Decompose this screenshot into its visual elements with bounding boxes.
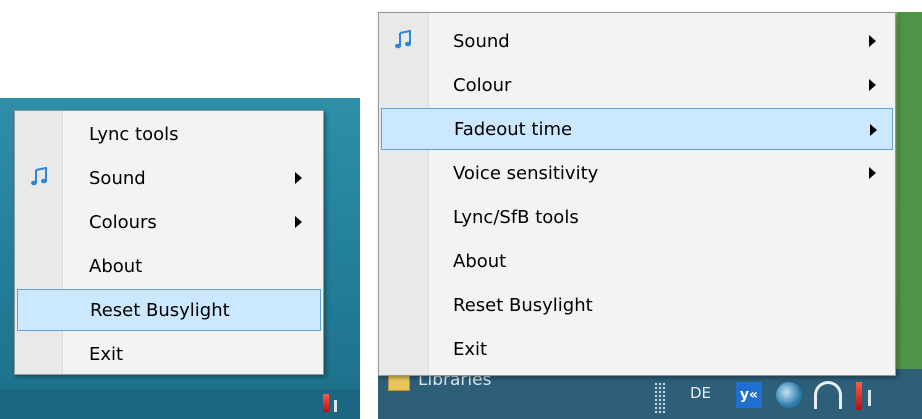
menu-item-exit[interactable]: Exit xyxy=(17,333,321,375)
menu-item-label: Exit xyxy=(453,338,488,360)
music-note-icon xyxy=(393,29,413,50)
menu-item-label: Colour xyxy=(453,74,512,96)
menu-item-fadeout-time[interactable]: Fadeout time xyxy=(381,108,893,150)
menu-item-label: Lync tools xyxy=(89,123,179,145)
submenu-arrow-icon xyxy=(869,79,876,91)
menu-item-exit[interactable]: Exit xyxy=(381,328,893,370)
menu-item-sound[interactable]: Sound xyxy=(17,157,321,199)
menu-item-colour[interactable]: Colour xyxy=(381,64,893,106)
music-note-icon xyxy=(29,166,49,187)
submenu-arrow-icon xyxy=(295,172,302,184)
menu-item-label: Lync/SfB tools xyxy=(453,206,579,228)
menu-item-label: Exit xyxy=(89,343,124,365)
headset-icon[interactable] xyxy=(814,381,842,409)
menu-item-label: Fadeout time xyxy=(454,118,573,140)
left-context-menu: Lync tools Sound Colours About Reset Busylig… xyxy=(14,110,324,375)
menu-item-reset-busylight[interactable]: Reset Busylight xyxy=(17,289,321,331)
tray-divider xyxy=(868,390,871,406)
menu-item-about[interactable]: About xyxy=(381,240,893,282)
menu-item-voice-sensitivity[interactable]: Voice sensitivity xyxy=(381,152,893,194)
menu-item-label: Sound xyxy=(453,30,510,52)
menu-item-lync-sfb-tools[interactable]: Lync/SfB tools xyxy=(381,196,893,238)
menu-item-label: Reset Busylight xyxy=(90,299,230,321)
menu-item-sound[interactable]: Sound xyxy=(381,20,893,62)
submenu-arrow-icon xyxy=(869,167,876,179)
menu-item-about[interactable]: About xyxy=(17,245,321,287)
submenu-arrow-icon xyxy=(870,124,877,136)
menu-item-colours[interactable]: Colours xyxy=(17,201,321,243)
menu-item-label: Reset Busylight xyxy=(453,294,593,316)
menu-item-label: Sound xyxy=(89,167,146,189)
submenu-arrow-icon xyxy=(869,35,876,47)
right-context-menu: Sound Colour Fadeout time Voice sensitivity… xyxy=(378,12,896,376)
menu-item-label: Voice sensitivity xyxy=(453,162,599,184)
menu-item-label: About xyxy=(89,255,143,277)
tray-divider xyxy=(334,400,337,412)
busylight-tray-icon[interactable] xyxy=(323,394,329,412)
taskbar-grip[interactable] xyxy=(654,382,666,414)
menu-item-label: About xyxy=(453,250,507,272)
network-globe-icon[interactable] xyxy=(776,382,802,408)
menu-item-label: Colours xyxy=(89,211,157,233)
menu-item-lync-tools[interactable]: Lync tools xyxy=(17,113,321,155)
ys-tray-icon[interactable]: y« xyxy=(736,382,762,408)
language-indicator[interactable]: DE xyxy=(690,384,711,402)
submenu-arrow-icon xyxy=(295,216,302,228)
busylight-tray-icon[interactable] xyxy=(856,382,862,410)
desktop-edge xyxy=(898,12,922,419)
menu-item-reset-busylight[interactable]: Reset Busylight xyxy=(381,284,893,326)
left-taskbar xyxy=(0,389,360,419)
libraries-folder-icon[interactable] xyxy=(388,375,410,391)
